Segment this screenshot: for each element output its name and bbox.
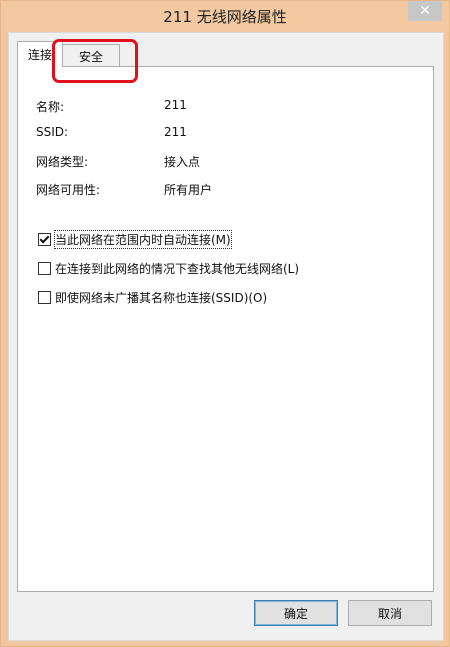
property-row-ssid: SSID: 211 [36, 125, 416, 141]
properties-window: 211 无线网络属性 ✕ 连接 安全 名称: 211 SSID: 211 网络类… [0, 0, 450, 647]
tab-connection[interactable]: 连接 [17, 41, 63, 67]
cancel-button[interactable]: 取消 [348, 600, 432, 626]
option-look-for-other-networks[interactable]: 在连接到此网络的情况下查找其他无线网络(L) [38, 260, 299, 276]
option-connect-hidden[interactable]: 即使网络未广播其名称也连接(SSID)(O) [38, 289, 267, 305]
tab-panel-connection: 名称: 211 SSID: 211 网络类型: 接入点 网络可用性: 所有用户 … [17, 66, 434, 592]
option-label: 在连接到此网络的情况下查找其他无线网络(L) [55, 261, 300, 276]
property-label: 网络类型: [36, 155, 89, 169]
property-row-network-type: 网络类型: 接入点 [36, 153, 416, 169]
tab-connection-label: 连接 [27, 48, 52, 62]
option-label: 当此网络在范围内时自动连接(M) [54, 229, 232, 249]
option-label: 即使网络未广播其名称也连接(SSID)(O) [55, 290, 268, 305]
checkbox-connect-hidden[interactable] [38, 290, 51, 304]
option-auto-connect[interactable]: 当此网络在范围内时自动连接(M) [38, 229, 232, 249]
property-label: 网络可用性: [36, 183, 101, 197]
checkbox-auto-connect[interactable] [38, 232, 51, 246]
property-value: 211 [164, 98, 187, 112]
close-button[interactable]: ✕ [408, 1, 442, 21]
property-value: 211 [164, 125, 187, 139]
tab-security[interactable]: 安全 [62, 44, 120, 67]
property-value: 接入点 [164, 155, 201, 169]
checkbox-look-for-other-networks[interactable] [38, 261, 51, 275]
property-row-availability: 网络可用性: 所有用户 [36, 181, 416, 197]
title-bar[interactable]: 211 无线网络属性 ✕ [1, 1, 449, 32]
property-row-name: 名称: 211 [36, 98, 416, 114]
tab-security-label: 安全 [78, 49, 103, 64]
dialog-client-area: 连接 安全 名称: 211 SSID: 211 网络类型: 接入点 网络可用性:… [8, 32, 444, 641]
window-title: 211 无线网络属性 [163, 8, 287, 26]
property-label: SSID: [36, 125, 69, 139]
ok-button[interactable]: 确定 [254, 600, 338, 626]
close-icon: ✕ [419, 3, 431, 19]
property-value: 所有用户 [164, 183, 213, 197]
property-label: 名称: [36, 100, 65, 114]
